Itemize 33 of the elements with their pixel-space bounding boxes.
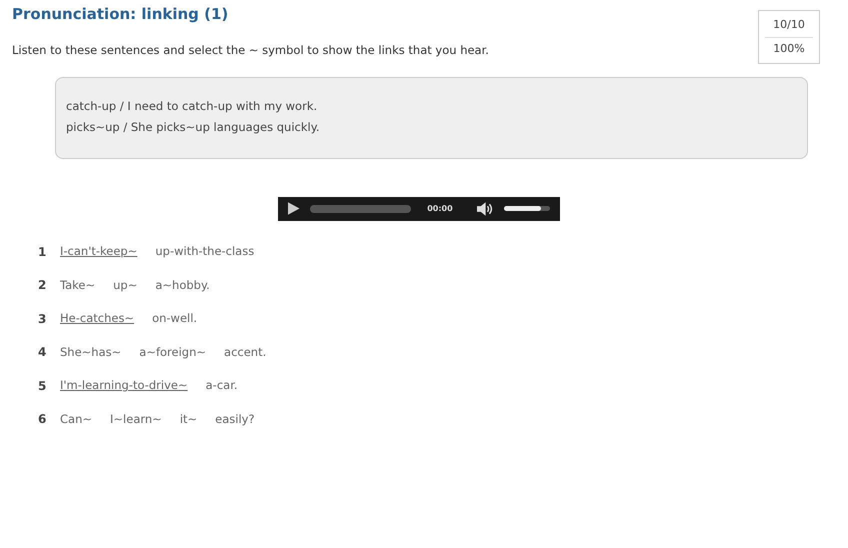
example-sentence: catch-up / I need to catch-up with my work. (66, 98, 318, 115)
word-group[interactable]: easily? (215, 410, 255, 428)
word-group[interactable]: accent. (224, 344, 266, 361)
word-group[interactable]: up~ (113, 276, 138, 294)
word-group[interactable]: I'm-learning-to-drive~ (60, 377, 188, 394)
instructions: Listen to these sentences and select the ~ symbol to show the links that you hear. (12, 42, 489, 58)
volume-track[interactable] (504, 206, 550, 212)
score-points: 10/10 (773, 17, 805, 33)
item-number: 2 (38, 277, 48, 294)
word-group[interactable]: He-catches~ (60, 310, 134, 328)
progress-track[interactable] (310, 204, 412, 213)
word-group[interactable]: She~has~ (60, 344, 122, 361)
volume-icon[interactable] (476, 202, 494, 216)
word-group[interactable]: I~learn~ (110, 410, 162, 428)
page-title: Pronunciation: linking (1) (12, 4, 228, 25)
word-group[interactable]: on-well. (152, 310, 198, 328)
word-group[interactable]: it~ (180, 410, 198, 428)
item-number: 5 (38, 378, 48, 395)
item-number: 6 (38, 411, 48, 428)
item-number: 1 (38, 244, 48, 261)
play-icon[interactable] (288, 202, 300, 216)
word-group[interactable]: a~foreign~ (139, 344, 206, 361)
item-number: 3 (38, 310, 48, 328)
item-number: 4 (38, 344, 48, 362)
score-percent: 100% (773, 40, 805, 56)
word-group[interactable]: a-car. (206, 377, 238, 394)
example-sentence: picks~up / She picks~up languages quickly. (66, 119, 321, 136)
word-group[interactable]: Can~ (60, 410, 92, 428)
word-group[interactable]: Take~ (60, 276, 96, 294)
word-group[interactable]: a~hobby. (155, 276, 210, 294)
time-readout: 00:00 (427, 202, 453, 215)
word-group[interactable]: I-can't-keep~ (60, 243, 138, 260)
word-group[interactable]: up-with-the-class (155, 243, 254, 260)
